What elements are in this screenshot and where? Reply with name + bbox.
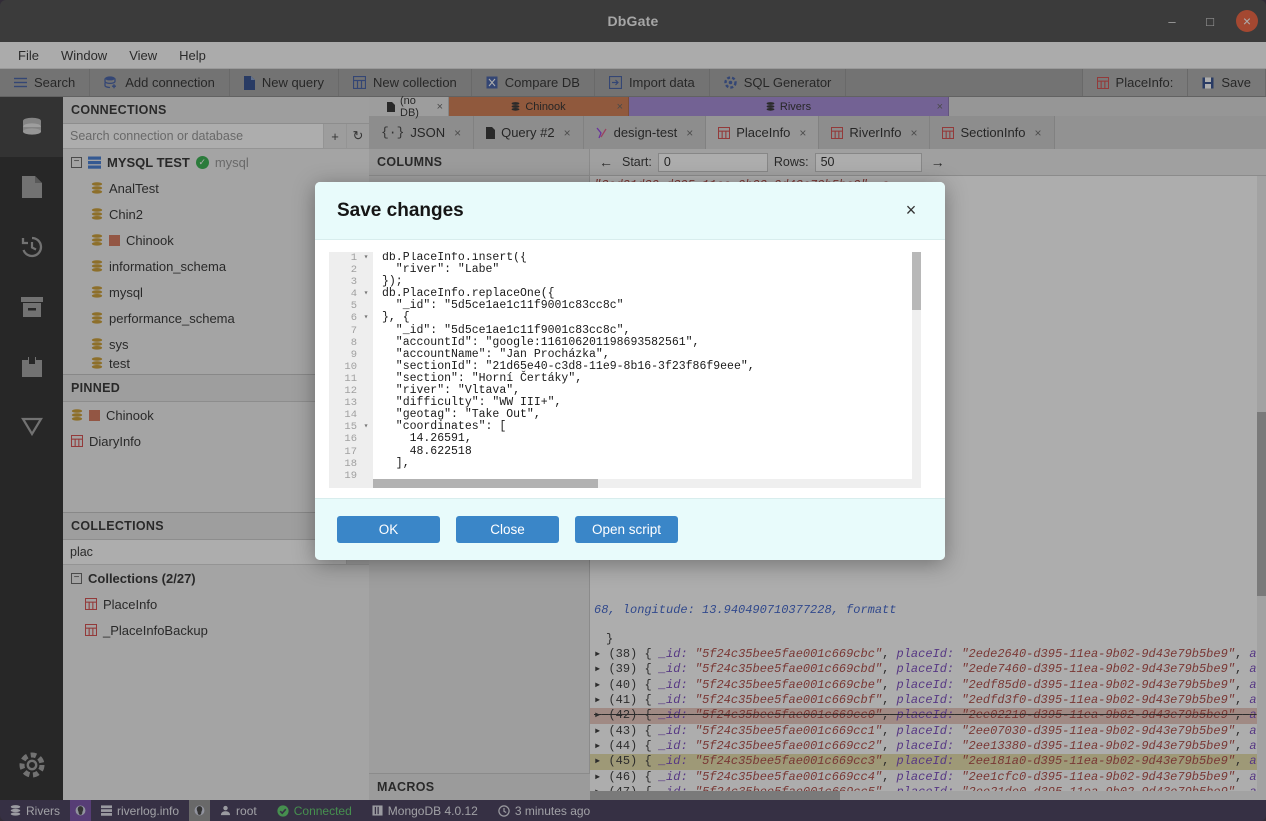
editor-lines: 1 ▾ db.PlaceInfo.insert({ 2 "river": "Labe… xyxy=(329,252,931,482)
editor-line: 6 ▾}, { xyxy=(329,312,931,325)
fold-icon xyxy=(359,457,373,470)
cancel-button[interactable]: Close xyxy=(456,516,559,543)
dialog-body: 1 ▾ db.PlaceInfo.insert({ 2 "river": "Labe… xyxy=(315,240,945,498)
fold-icon xyxy=(359,409,373,422)
fold-icon xyxy=(359,372,373,386)
editor-line: 16 14.26591, xyxy=(329,433,931,446)
fold-icon[interactable]: ▾ xyxy=(359,288,373,301)
editor-line: 2 "river": "Labe" xyxy=(329,263,931,277)
save-changes-dialog: Save changes × 1 ▾ db.PlaceInfo.insert({ 2… xyxy=(315,182,945,560)
editor-line: 7 "_id": "5d5ce1ae1c11f9001c83cc8c", xyxy=(329,324,931,337)
dialog-header: Save changes × xyxy=(315,182,945,240)
fold-icon xyxy=(359,469,373,482)
fold-icon[interactable]: ▾ xyxy=(359,421,373,434)
fold-icon xyxy=(359,385,373,398)
editor-line: 8 "accountId": "google:11610620119869358… xyxy=(329,336,931,349)
editor-line: 17 48.622518 xyxy=(329,445,931,458)
fold-icon xyxy=(359,300,373,313)
fold-icon[interactable]: ▾ xyxy=(359,252,373,265)
editor-line: 18 ], xyxy=(329,457,931,470)
editor-horizontal-scrollbar-thumb[interactable] xyxy=(373,479,598,488)
dialog-title: Save changes xyxy=(337,199,464,221)
ok-button[interactable]: OK xyxy=(337,516,440,543)
open-script-button[interactable]: Open script xyxy=(575,516,678,543)
fold-icon xyxy=(359,264,373,277)
script-editor[interactable]: 1 ▾ db.PlaceInfo.insert({ 2 "river": "Labe… xyxy=(329,252,931,488)
fold-icon xyxy=(359,445,373,458)
editor-vertical-scrollbar-thumb[interactable] xyxy=(912,252,921,310)
close-icon[interactable]: × xyxy=(899,199,923,223)
fold-icon xyxy=(359,276,373,289)
editor-line: 5 "_id": "5d5ce1ae1c11f9001c83cc8c" xyxy=(329,300,931,313)
fold-icon xyxy=(359,336,373,349)
fold-icon xyxy=(359,433,373,446)
fold-icon xyxy=(359,397,373,410)
dialog-footer: OK Close Open script xyxy=(315,498,945,560)
dbgate-window: DbGate – □ × File Window View Help Searc… xyxy=(0,0,1266,821)
fold-icon[interactable]: ▾ xyxy=(359,312,373,325)
fold-icon xyxy=(359,348,373,361)
fold-icon xyxy=(359,324,373,337)
fold-icon xyxy=(359,360,373,373)
